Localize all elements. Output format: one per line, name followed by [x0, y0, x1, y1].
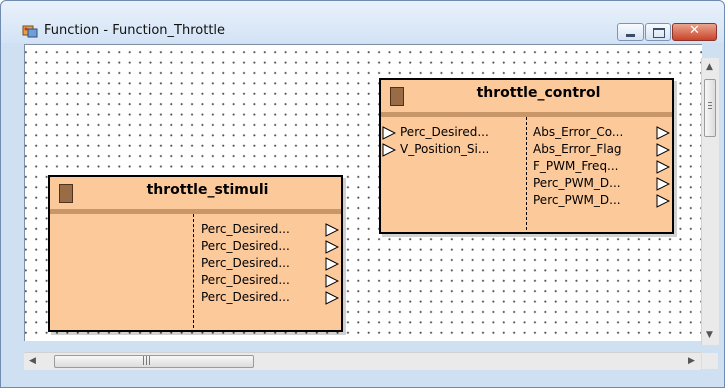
title-bar[interactable]: Function - Function_Throttle ✕ — [1, 1, 724, 43]
port-triangle-icon[interactable] — [656, 126, 670, 140]
port-triangle-icon[interactable] — [382, 143, 396, 157]
block-throttle-control[interactable]: throttle_control Perc_Desired... V_Posit… — [379, 78, 674, 234]
output-port-label[interactable]: F_PWM_Freq... — [533, 159, 619, 173]
port-triangle-icon[interactable] — [325, 257, 339, 271]
input-port-label[interactable]: V_Position_Si... — [400, 142, 489, 156]
port-triangle-icon[interactable] — [656, 194, 670, 208]
scroll-right-arrow-icon[interactable]: ▶ — [688, 356, 695, 366]
grip-line — [708, 108, 712, 109]
port-triangle-icon[interactable] — [656, 143, 670, 157]
resize-grip[interactable] — [702, 353, 718, 369]
output-port-label[interactable]: Perc_Desired... — [201, 290, 290, 304]
scroll-thumb-grip: ||| — [142, 356, 152, 366]
output-port-label[interactable]: Perc_Desired... — [201, 273, 290, 287]
vertical-scroll-thumb[interactable] — [704, 79, 716, 137]
output-port-label[interactable]: Perc_Desired... — [201, 222, 290, 236]
port-triangle-icon[interactable] — [325, 223, 339, 237]
output-port-label[interactable]: Abs_Error_Flag — [533, 142, 622, 156]
horizontal-scroll-thumb[interactable]: ||| — [54, 355, 254, 368]
diagram-canvas[interactable]: throttle_stimuli Perc_Desired... Perc_De… — [24, 44, 702, 341]
output-port-label[interactable]: Abs_Error_Co... — [533, 125, 623, 139]
scroll-down-arrow-icon[interactable]: ▼ — [706, 330, 713, 340]
function-window: Function - Function_Throttle ✕ throttle_… — [0, 0, 725, 388]
grip-line — [708, 105, 712, 106]
function-block-icon — [22, 25, 38, 38]
port-divider — [526, 117, 527, 230]
input-port-label[interactable]: Perc_Desired... — [400, 125, 489, 139]
maximize-button[interactable] — [645, 23, 671, 41]
block-title: throttle_control — [476, 85, 601, 101]
block-header: throttle_stimuli — [50, 177, 341, 209]
output-port-label[interactable]: Perc_Desired... — [201, 256, 290, 270]
port-triangle-icon[interactable] — [325, 291, 339, 305]
minimize-button[interactable] — [617, 23, 644, 41]
output-port-label[interactable]: Perc_PWM_D... — [533, 176, 621, 190]
block-header-band — [50, 209, 341, 214]
port-triangle-icon[interactable] — [325, 274, 339, 288]
block-header: throttle_control — [381, 80, 672, 112]
window-title: Function - Function_Throttle — [44, 23, 226, 38]
vertical-scrollbar[interactable]: ▲ ▼ — [701, 58, 719, 345]
scroll-left-arrow-icon[interactable]: ◀ — [29, 356, 36, 366]
port-triangle-icon[interactable] — [382, 126, 396, 140]
scroll-up-arrow-icon[interactable]: ▲ — [706, 62, 713, 72]
output-port-label[interactable]: Perc_PWM_D... — [533, 193, 621, 207]
close-icon: ✕ — [689, 23, 700, 38]
close-button[interactable]: ✕ — [672, 23, 717, 41]
grip-line — [708, 102, 712, 103]
port-triangle-icon[interactable] — [325, 240, 339, 254]
block-title: throttle_stimuli — [146, 182, 269, 198]
horizontal-scrollbar[interactable]: ◀ ||| ▶ — [24, 352, 701, 370]
port-triangle-icon[interactable] — [656, 177, 670, 191]
block-type-swatch — [59, 184, 73, 203]
block-type-swatch — [390, 87, 404, 106]
port-divider — [193, 214, 194, 328]
block-throttle-stimuli[interactable]: throttle_stimuli Perc_Desired... Perc_De… — [48, 175, 343, 332]
port-triangle-icon[interactable] — [656, 160, 670, 174]
output-port-label[interactable]: Perc_Desired... — [201, 239, 290, 253]
